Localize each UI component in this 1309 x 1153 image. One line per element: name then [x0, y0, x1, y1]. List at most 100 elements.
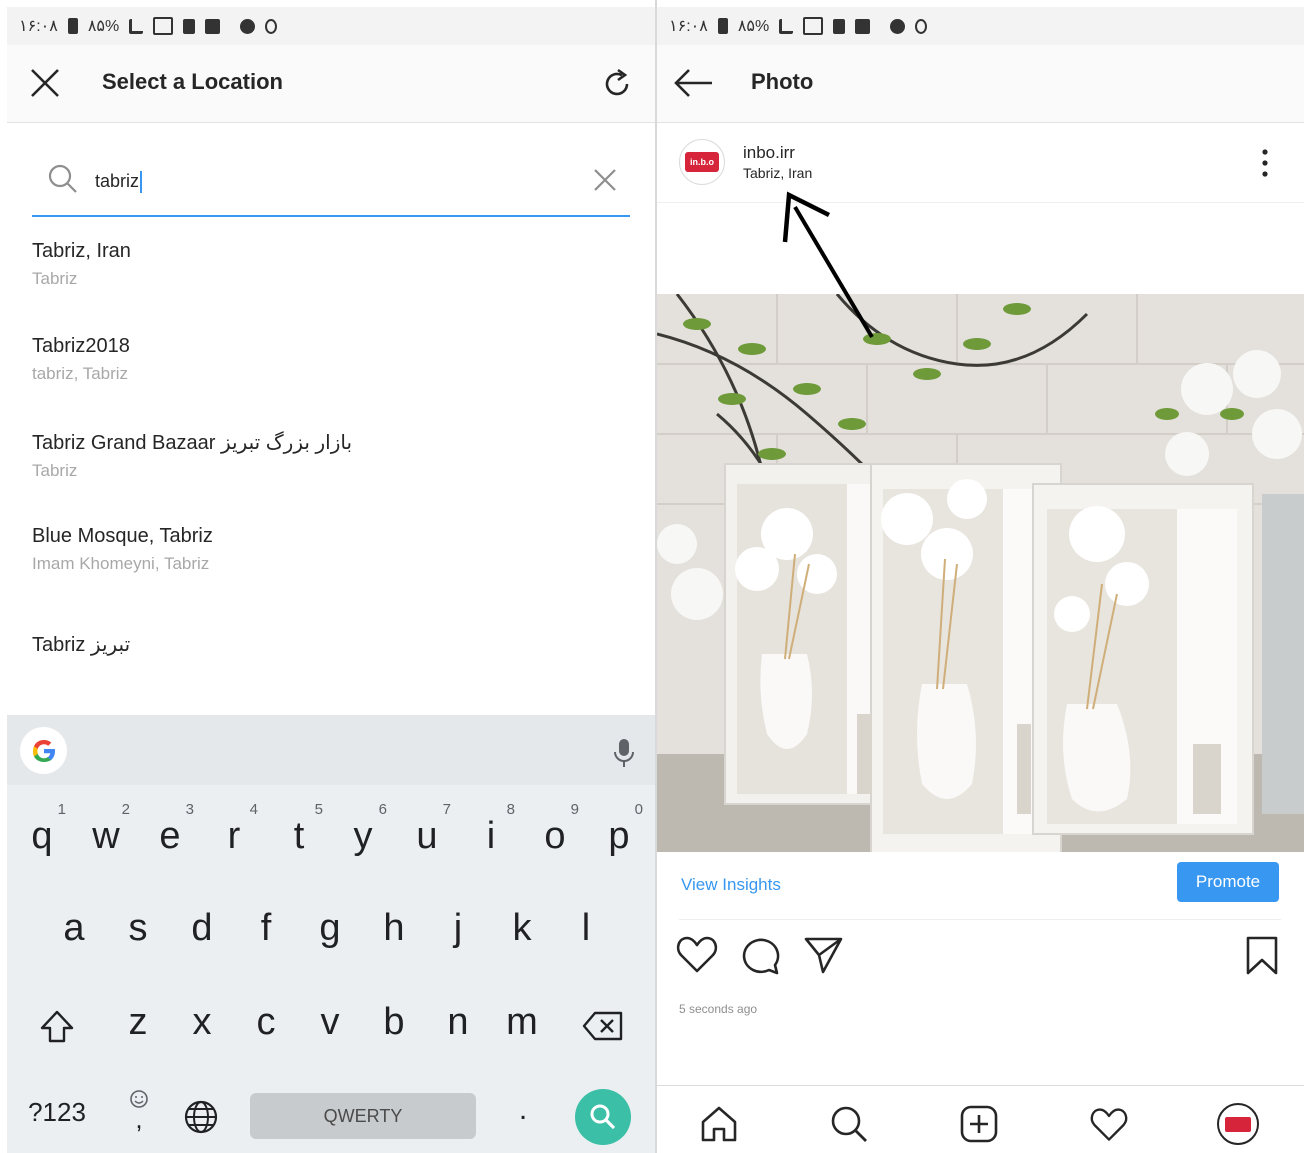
location-result-item[interactable]: Tabriz2018 tabriz, Tabriz — [32, 335, 130, 384]
location-name: Tabriz2018 — [32, 335, 130, 357]
soft-keyboard: 1q 2w 3e 4r 5t 6y 7u 8i 9o 0p a s d f g … — [7, 715, 655, 1153]
key-a[interactable]: a — [48, 907, 100, 950]
key-e[interactable]: 3e — [144, 801, 196, 858]
key-b[interactable]: b — [368, 1001, 420, 1044]
key-label: u — [416, 815, 438, 857]
key-number-hint: 2 — [121, 801, 130, 818]
status-battery: ۸۵% — [737, 18, 770, 35]
activity-heart-icon[interactable] — [1089, 1106, 1129, 1144]
key-c[interactable]: c — [240, 1001, 292, 1044]
key-r[interactable]: 4r — [208, 801, 260, 858]
key-label: q — [31, 815, 53, 857]
key-number-hint: 5 — [314, 801, 323, 818]
key-p[interactable]: 0p — [593, 801, 645, 858]
key-x[interactable]: x — [176, 1001, 228, 1044]
key-q[interactable]: 1q — [16, 801, 68, 858]
key-i[interactable]: 8i — [465, 801, 517, 858]
key-label: t — [293, 815, 305, 857]
key-f[interactable]: f — [240, 907, 292, 950]
location-search-field[interactable]: tabriz — [32, 147, 630, 217]
actions-separator — [679, 919, 1281, 920]
key-label: r — [227, 815, 241, 857]
back-arrow-icon[interactable] — [673, 67, 715, 99]
keyboard-search-button[interactable] — [575, 1089, 631, 1145]
google-icon[interactable] — [20, 727, 67, 774]
key-number-hint: 7 — [442, 801, 451, 818]
comma-label: , — [135, 1104, 143, 1134]
key-j[interactable]: j — [432, 907, 484, 950]
key-d[interactable]: d — [176, 907, 228, 950]
key-u[interactable]: 7u — [401, 801, 453, 858]
sim-icon — [205, 18, 221, 34]
battery-icon — [717, 18, 728, 34]
key-label: i — [486, 815, 496, 857]
photo-top-bar: Photo — [657, 45, 1304, 123]
microphone-icon[interactable] — [612, 737, 636, 769]
photo-screen: ۱۶:۰۸ ۸۵% Photo in.b.o inbo.irr Tabriz, … — [657, 7, 1304, 1153]
battery-icon — [67, 18, 78, 34]
key-h[interactable]: h — [368, 907, 420, 950]
bottom-navigation — [657, 1085, 1304, 1153]
post-username[interactable]: inbo.irr — [743, 143, 795, 163]
refresh-icon[interactable] — [600, 67, 634, 101]
key-number-hint: 0 — [634, 801, 643, 818]
key-w[interactable]: 2w — [80, 801, 132, 858]
location-result-item[interactable]: Tabriz تبریز — [32, 632, 130, 657]
search-icon — [590, 1104, 616, 1130]
signal-icon — [129, 18, 144, 34]
globe-icon[interactable] — [183, 1099, 219, 1135]
page-title: Select a Location — [102, 69, 283, 94]
key-m[interactable]: m — [496, 1001, 548, 1044]
annotation-arrow — [782, 191, 874, 339]
profile-avatar-logo — [1225, 1116, 1251, 1132]
search-icon — [48, 164, 77, 193]
location-result-item[interactable]: Tabriz, Iran Tabriz — [32, 240, 131, 289]
post-location[interactable]: Tabriz, Iran — [743, 165, 812, 181]
page-title: Photo — [751, 69, 814, 94]
explore-search-icon[interactable] — [829, 1104, 869, 1144]
bookmark-icon[interactable] — [1245, 935, 1279, 977]
comma-key[interactable]: , — [125, 1089, 153, 1139]
share-icon[interactable] — [803, 935, 845, 975]
symbols-key[interactable]: ?123 — [19, 1097, 95, 1128]
avatar[interactable]: in.b.o — [679, 139, 725, 185]
key-n[interactable]: n — [432, 1001, 484, 1044]
key-number-hint: 3 — [185, 801, 194, 818]
alarm-icon — [890, 18, 906, 34]
close-icon[interactable] — [29, 67, 61, 99]
home-icon[interactable] — [699, 1104, 739, 1144]
location-pin-icon — [915, 18, 928, 34]
key-o[interactable]: 9o — [529, 801, 581, 858]
period-key[interactable]: . — [499, 1093, 547, 1127]
clear-search-icon[interactable] — [592, 167, 618, 193]
status-bar: ۱۶:۰۸ ۸۵% — [657, 7, 1304, 45]
signal-icon — [779, 18, 794, 34]
view-insights-link[interactable]: View Insights — [681, 875, 781, 895]
space-bar[interactable]: QWERTY — [250, 1093, 476, 1139]
alarm-icon — [240, 18, 256, 34]
location-result-item[interactable]: Blue Mosque, Tabriz Imam Khomeyni, Tabri… — [32, 525, 213, 574]
key-y[interactable]: 6y — [337, 801, 389, 858]
heart-icon[interactable] — [675, 935, 719, 975]
key-k[interactable]: k — [496, 907, 548, 950]
key-t[interactable]: 5t — [273, 801, 325, 858]
new-post-icon[interactable] — [959, 1104, 999, 1144]
shift-icon[interactable] — [37, 1007, 77, 1047]
key-s[interactable]: s — [112, 907, 164, 950]
key-l[interactable]: l — [560, 907, 612, 950]
profile-avatar[interactable] — [1217, 1103, 1259, 1145]
search-input[interactable]: tabriz — [95, 171, 143, 194]
key-g[interactable]: g — [304, 907, 356, 950]
key-z[interactable]: z — [112, 1001, 164, 1044]
location-pin-icon — [265, 18, 278, 34]
post-header: in.b.o inbo.irr Tabriz, Iran — [657, 123, 1304, 203]
more-options-icon[interactable] — [1259, 147, 1271, 179]
key-v[interactable]: v — [304, 1001, 356, 1044]
location-subtitle: Tabriz — [32, 269, 78, 288]
location-result-item[interactable]: Tabriz Grand Bazaar بازار بزرگ تبریز Tab… — [32, 430, 352, 481]
promote-button[interactable]: Promote — [1177, 862, 1279, 902]
backspace-icon[interactable] — [581, 1010, 625, 1042]
comment-icon[interactable] — [739, 935, 781, 977]
post-photo[interactable] — [657, 294, 1304, 852]
key-number-hint: 4 — [249, 801, 258, 818]
